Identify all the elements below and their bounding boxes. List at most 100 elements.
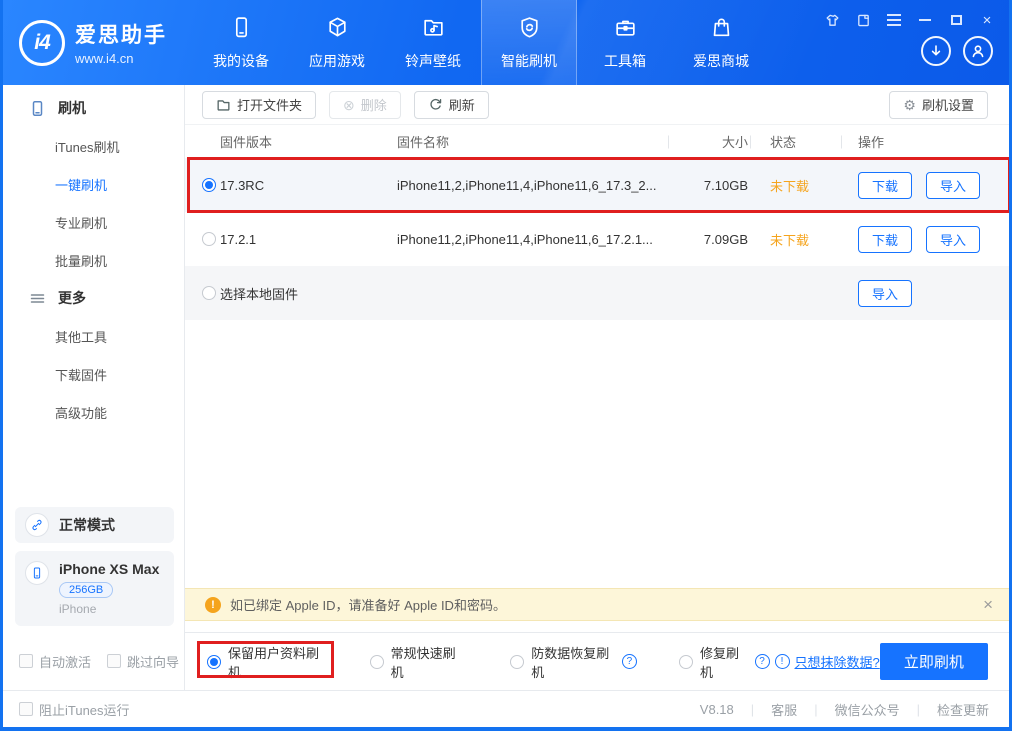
music-folder-icon <box>421 15 446 43</box>
firmware-name: iPhone11,2,iPhone11,4,iPhone11,6_17.3_2.… <box>397 178 678 193</box>
tab-smart-flash[interactable]: 智能刷机 <box>481 0 577 85</box>
radio-repair-flash[interactable]: 修复刷机 <box>679 643 747 681</box>
sidebar-item-pro-flash[interactable]: 专业刷机 <box>3 203 184 241</box>
close-icon[interactable]: × <box>979 12 995 28</box>
header-size: 大小 <box>678 132 748 151</box>
warning-icon: ! <box>205 597 221 613</box>
bottom-bar: 自动激活 跳过向导 保留用户资料刷机 常规快速刷机 防数据恢复刷机 ? <box>3 632 1009 690</box>
device-phone-icon <box>25 561 49 585</box>
import-button[interactable]: 导入 <box>858 280 912 307</box>
theme-icon[interactable] <box>824 12 840 28</box>
help-question-icon[interactable]: ? <box>755 654 770 669</box>
notice-text: 如已绑定 Apple ID，请准备好 Apple ID和密码。 <box>230 595 506 614</box>
sidebar-item-itunes-flash[interactable]: iTunes刷机 <box>3 127 184 165</box>
firmware-version: 17.3RC <box>220 178 397 193</box>
tab-ringtones-wallpapers[interactable]: 铃声壁纸 <box>385 0 481 85</box>
open-folder-button[interactable]: 打开文件夹 <box>202 91 316 119</box>
row-radio[interactable] <box>202 286 216 300</box>
import-button[interactable]: 导入 <box>926 226 980 253</box>
sidebar-item-batch-flash[interactable]: 批量刷机 <box>3 241 184 279</box>
apple-id-notice: ! 如已绑定 Apple ID，请准备好 Apple ID和密码。 × <box>185 588 1009 621</box>
content-area: 打开文件夹 ⊗ 删除 刷新 ⚙ 刷机设置 固件版本 固件名称 <box>185 85 1009 632</box>
radio-normal-quick-flash[interactable]: 常规快速刷机 <box>370 643 462 681</box>
radio-keep-user-data[interactable]: 保留用户资料刷机 <box>207 643 323 681</box>
header-operation: 操作 <box>843 132 988 151</box>
separator: | <box>917 702 920 717</box>
firmware-version: 17.2.1 <box>220 232 397 247</box>
sidebar-item-advanced-features[interactable]: 高级功能 <box>3 393 184 431</box>
notice-close-icon[interactable]: × <box>983 596 993 613</box>
brand-url: www.i4.cn <box>75 51 167 66</box>
help-question-icon[interactable]: ? <box>622 654 637 669</box>
sidebar-item-download-firmware[interactable]: 下载固件 <box>3 355 184 393</box>
bottom-left-options: 自动激活 跳过向导 <box>3 632 185 690</box>
refresh-icon <box>428 97 443 112</box>
checkbox-icon[interactable] <box>19 702 33 716</box>
firmware-size: 7.09GB <box>678 232 748 247</box>
radio-icon[interactable] <box>510 655 524 669</box>
radio-icon[interactable] <box>370 655 384 669</box>
cube-icon <box>325 15 350 43</box>
sidebar-section-more[interactable]: 更多 <box>3 279 184 317</box>
device-name: iPhone XS Max <box>59 561 159 577</box>
sidebar-section-flash[interactable]: 刷机 <box>3 89 184 127</box>
sidebar: 刷机 iTunes刷机 一键刷机 专业刷机 批量刷机 更多 其他工具 下载固件 … <box>3 85 185 632</box>
minimize-icon[interactable] <box>917 12 933 28</box>
radio-anti-data-recovery-flash[interactable]: 防数据恢复刷机 <box>510 643 614 681</box>
firmware-toolbar: 打开文件夹 ⊗ 删除 刷新 ⚙ 刷机设置 <box>185 85 1009 125</box>
checkbox-icon[interactable] <box>19 654 33 668</box>
folder-icon <box>216 97 231 112</box>
brand-name: 爱思助手 <box>75 19 167 49</box>
tab-toolbox[interactable]: 工具箱 <box>577 0 673 85</box>
firmware-row-17-3rc[interactable]: 17.3RC iPhone11,2,iPhone11,4,iPhone11,6_… <box>185 158 1009 212</box>
refresh-button[interactable]: 刷新 <box>414 91 489 119</box>
tab-i4-mall[interactable]: 爱思商城 <box>673 0 769 85</box>
phone-outline-icon <box>29 100 46 117</box>
sidebar-item-other-tools[interactable]: 其他工具 <box>3 317 184 355</box>
firmware-row-17-2-1[interactable]: 17.2.1 iPhone11,2,iPhone11,4,iPhone11,6_… <box>185 212 1009 266</box>
tab-my-devices[interactable]: 我的设备 <box>193 0 289 85</box>
status-badge: 未下载 <box>770 233 809 248</box>
shield-refresh-icon <box>517 15 542 43</box>
customer-service-link[interactable]: 客服 <box>771 700 797 719</box>
radio-icon[interactable] <box>679 655 693 669</box>
separator: | <box>751 702 754 717</box>
device-mode-card[interactable]: 正常模式 <box>15 507 174 543</box>
header-firmware-name: 固件名称 <box>397 132 678 151</box>
row-radio-selected[interactable] <box>202 178 216 192</box>
maximize-icon[interactable] <box>948 12 964 28</box>
download-button[interactable]: 下载 <box>858 226 912 253</box>
status-bar: 阻止iTunes运行 V8.18 | 客服 | 微信公众号 | 检查更新 <box>3 690 1009 727</box>
info-exclamation-icon[interactable]: ! <box>775 654 790 669</box>
tab-apps-games[interactable]: 应用游戏 <box>289 0 385 85</box>
app-window: i4 爱思助手 www.i4.cn 我的设备 应用游戏 铃声壁纸 智能刷机 <box>0 0 1012 731</box>
menu-icon[interactable] <box>886 12 902 28</box>
feedback-note-icon[interactable] <box>855 12 871 28</box>
download-button[interactable]: 下载 <box>858 172 912 199</box>
main-area: 刷机 iTunes刷机 一键刷机 专业刷机 批量刷机 更多 其他工具 下载固件 … <box>3 85 1009 632</box>
circle-x-icon: ⊗ <box>343 98 355 112</box>
download-manager-icon[interactable] <box>921 36 951 66</box>
check-update-link[interactable]: 检查更新 <box>937 700 989 719</box>
sidebar-item-one-click-flash[interactable]: 一键刷机 <box>3 165 184 203</box>
firmware-row-local[interactable]: 选择本地固件 导入 <box>185 266 1009 320</box>
radio-icon-selected[interactable] <box>207 655 221 669</box>
checkbox-icon[interactable] <box>107 654 121 668</box>
app-version: V8.18 <box>700 702 734 717</box>
checkbox-skip-wizard[interactable]: 跳过向导 <box>107 652 179 671</box>
erase-data-link[interactable]: 只想抹除数据? <box>795 652 880 671</box>
delete-button[interactable]: ⊗ 删除 <box>329 91 401 119</box>
import-button[interactable]: 导入 <box>926 172 980 199</box>
user-account-icon[interactable] <box>963 36 993 66</box>
checkbox-block-itunes[interactable]: 阻止iTunes运行 <box>19 700 130 719</box>
device-card[interactable]: iPhone XS Max 256GB iPhone <box>15 551 174 626</box>
wechat-official-link[interactable]: 微信公众号 <box>835 700 900 719</box>
list-lines-icon <box>29 290 46 307</box>
firmware-table-header: 固件版本 固件名称 大小 状态 操作 <box>185 125 1009 158</box>
gear-icon: ⚙ <box>903 98 916 112</box>
row-radio[interactable] <box>202 232 216 246</box>
flash-settings-button[interactable]: ⚙ 刷机设置 <box>889 91 988 119</box>
firmware-size: 7.10GB <box>678 178 748 193</box>
flash-now-button[interactable]: 立即刷机 <box>880 643 988 680</box>
checkbox-auto-activate[interactable]: 自动激活 <box>19 652 91 671</box>
